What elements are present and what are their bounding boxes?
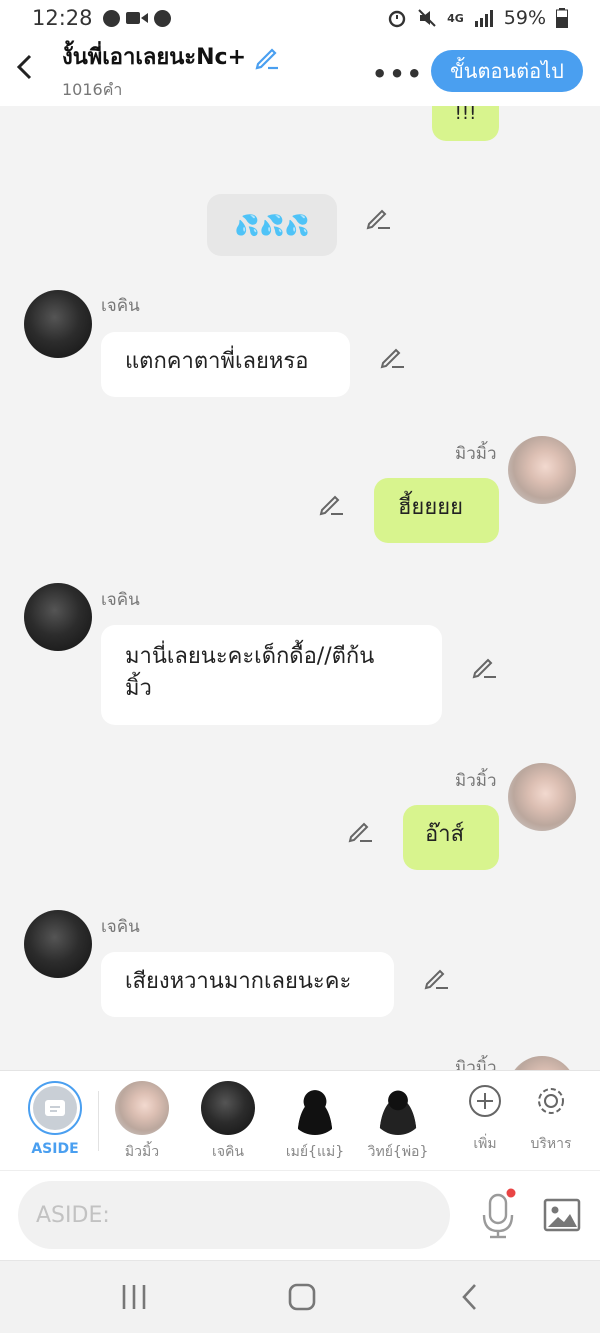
status-bar: 12:28 4G 59% bbox=[0, 0, 600, 36]
home-icon[interactable] bbox=[285, 1279, 319, 1315]
system-nav-bar bbox=[0, 1260, 600, 1333]
edit-message-icon[interactable] bbox=[380, 344, 406, 370]
sender-name: มิวมิ้ว bbox=[455, 771, 497, 791]
back-button[interactable] bbox=[0, 53, 50, 89]
sender-name: เจคิน bbox=[101, 296, 140, 316]
aside-selector[interactable]: ASIDE bbox=[20, 1081, 90, 1157]
image-button[interactable] bbox=[542, 1195, 582, 1235]
avatar-jakin[interactable] bbox=[24, 290, 92, 358]
emoji-message[interactable]: 💦💦💦 bbox=[207, 194, 337, 256]
alarm-icon bbox=[388, 10, 406, 28]
character-mewmew[interactable]: มิวมิ้ว bbox=[107, 1081, 177, 1163]
edit-message-icon[interactable] bbox=[472, 654, 498, 680]
avatar-mewmew[interactable] bbox=[508, 1056, 576, 1070]
message-input[interactable] bbox=[36, 1202, 436, 1228]
avatar-jakin bbox=[201, 1081, 255, 1135]
battery-percent: 59% bbox=[503, 7, 546, 29]
sender-name: เจคิน bbox=[101, 590, 140, 610]
microphone-icon bbox=[482, 1188, 516, 1239]
back-nav-icon[interactable] bbox=[455, 1279, 487, 1315]
female-silhouette-icon bbox=[288, 1081, 342, 1135]
chat-area[interactable]: !!! 💦💦💦 เจคิน แตกคาตาพี่เลยหรอ มิวมิ้ว ฮ… bbox=[0, 106, 600, 1070]
edit-message-icon[interactable] bbox=[424, 965, 450, 991]
network-indicator: 4G bbox=[447, 11, 464, 25]
plus-circle-icon bbox=[469, 1085, 501, 1117]
story-title[interactable]: งั้นพี่เอาเลยนะNc+ bbox=[62, 39, 246, 74]
edit-message-icon[interactable] bbox=[366, 205, 392, 231]
avatar-jakin[interactable] bbox=[24, 583, 92, 651]
edit-message-icon[interactable] bbox=[348, 818, 374, 844]
message-bubble[interactable]: เสียงหวานมากเลยนะคะ bbox=[101, 952, 394, 1017]
message-bubble[interactable]: อ๊าส์ bbox=[403, 805, 499, 870]
more-options-button[interactable]: ••• bbox=[372, 60, 424, 88]
battery-icon bbox=[556, 8, 568, 28]
avatar-jakin[interactable] bbox=[24, 910, 92, 978]
messenger-icon-2 bbox=[153, 9, 171, 27]
message-bubble-partial[interactable]: !!! bbox=[432, 106, 499, 141]
message-bubble[interactable]: มานี่เลยนะคะเด็กดื้อ//ตีก้น มิ้ว bbox=[101, 625, 442, 725]
chat-header: งั้นพี่เอาเลยนะNc+ 1016คำ ••• ขั้นตอนต่อ… bbox=[0, 36, 600, 106]
message-bubble[interactable]: ฮี้ยยยย bbox=[374, 478, 499, 543]
character-may[interactable]: เมย์{แม่} bbox=[280, 1081, 350, 1163]
video-call-icon bbox=[125, 12, 148, 24]
signal-icon bbox=[474, 10, 493, 27]
character-jakin[interactable]: เจคิน bbox=[193, 1081, 263, 1163]
divider bbox=[98, 1091, 99, 1151]
edit-title-icon[interactable] bbox=[254, 44, 280, 70]
composer bbox=[0, 1170, 600, 1260]
sender-name: มิวมิ้ว bbox=[455, 1058, 497, 1070]
avatar-mewmew[interactable] bbox=[508, 436, 576, 504]
chevron-left-icon bbox=[16, 54, 32, 80]
manage-button[interactable]: บริหาร bbox=[516, 1081, 586, 1155]
avatar-mewmew bbox=[115, 1081, 169, 1135]
messenger-icon bbox=[102, 9, 120, 27]
sender-name: เจคิน bbox=[101, 917, 140, 937]
mute-icon bbox=[418, 9, 436, 27]
message-bubble[interactable]: แตกคาตาพี่เลยหรอ bbox=[101, 332, 350, 397]
gear-icon bbox=[538, 1088, 564, 1114]
voice-button[interactable] bbox=[476, 1187, 520, 1243]
status-time: 12:28 bbox=[32, 6, 93, 30]
male-silhouette-icon bbox=[371, 1081, 425, 1135]
sender-name: มิวมิ้ว bbox=[455, 444, 497, 464]
image-icon bbox=[543, 1198, 581, 1232]
avatar-mewmew[interactable] bbox=[508, 763, 576, 831]
edit-message-icon[interactable] bbox=[319, 491, 345, 517]
character-selector: ASIDE มิวมิ้ว เจคิน เมย์{แม่} วิทย์{พ่อ}… bbox=[0, 1070, 600, 1170]
next-step-button[interactable]: ขั้นตอนต่อไป bbox=[431, 50, 583, 92]
character-wit[interactable]: วิทย์{พ่อ} bbox=[363, 1081, 433, 1163]
aside-icon bbox=[45, 1100, 65, 1116]
recent-apps-icon[interactable] bbox=[118, 1279, 150, 1315]
add-character-button[interactable]: เพิ่ม bbox=[450, 1081, 520, 1155]
word-count: 1016คำ bbox=[62, 80, 123, 99]
